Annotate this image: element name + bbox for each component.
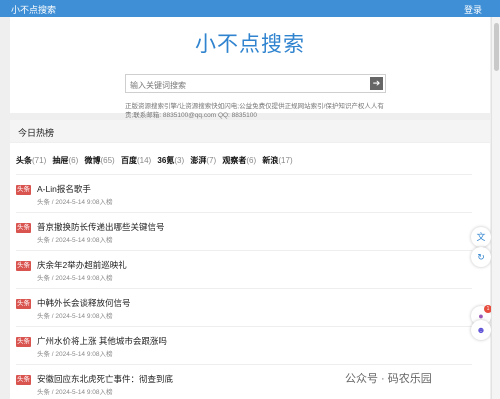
refresh-button[interactable]: ↻: [471, 247, 491, 267]
item-title[interactable]: 普京撤换防长传递出哪些关键信号: [37, 221, 165, 233]
tab-guancha[interactable]: 观察者(6): [222, 155, 256, 166]
item-title[interactable]: 广州水价将上涨 其他城市会跟涨吗: [37, 335, 167, 347]
item-meta: 头条 / 2024-5-14 9:08入榜: [37, 389, 113, 396]
list-item[interactable]: 头条 庆余年2举办超前巡映礼 头条 / 2024-5-14 9:08入榜: [16, 250, 472, 288]
chat-button[interactable]: ☻: [471, 320, 491, 340]
item-meta: 头条 / 2024-5-14 9:08入榜: [37, 237, 113, 244]
site-logo: 小不点搜索: [195, 33, 305, 56]
chat-icon: ☻: [476, 325, 486, 335]
search-input[interactable]: [126, 77, 366, 94]
source-tag: 头条: [16, 337, 31, 347]
source-tag: 头条: [16, 261, 31, 271]
search-hero: 小不点搜索 ➔ 正版资源搜索引擎/让资源搜索快如闪电;公益免费仅提供正规网站索引…: [10, 17, 490, 119]
tab-toutiao[interactable]: 头条(71): [16, 155, 46, 166]
login-link[interactable]: 登录: [464, 3, 482, 16]
scrollbar[interactable]: [491, 17, 500, 399]
item-meta: 头条 / 2024-5-14 9:08入榜: [37, 199, 113, 206]
section-header: 今日热榜: [10, 120, 490, 142]
item-meta: 头条 / 2024-5-14 9:08入榜: [37, 275, 113, 282]
brand-link[interactable]: 小不点搜索: [11, 3, 56, 16]
item-meta: 头条 / 2024-5-14 9:08入榜: [37, 351, 113, 358]
item-meta: 头条 / 2024-5-14 9:08入榜: [37, 313, 113, 320]
tab-baidu[interactable]: 百度(14): [121, 155, 151, 166]
translate-icon: 文: [476, 232, 486, 242]
tab-pengpai[interactable]: 澎湃(7): [190, 155, 216, 166]
arrow-right-icon: ➔: [372, 78, 381, 88]
section-title: 今日热榜: [18, 128, 55, 138]
source-tag: 头条: [16, 223, 31, 233]
list-item[interactable]: 头条 广州水价将上涨 其他城市会跟涨吗 头条 / 2024-5-14 9:08入…: [16, 326, 472, 364]
source-tabs: 头条(71) 抽屉(6) 微博(65) 百度(14) 36氪(3) 澎湃(7) …: [16, 155, 297, 166]
watermark: 公众号 · 码农乐园: [345, 373, 432, 385]
translate-button[interactable]: 文: [471, 227, 491, 247]
disclaimer-text: 正版资源搜索引擎/让资源搜索快如闪电;公益免费仅提供正规网站索引/保护知识产权人…: [125, 103, 384, 119]
item-title[interactable]: 安徽回应东北虎死亡事件：彻查到底: [37, 373, 173, 385]
refresh-icon: ↻: [477, 252, 485, 262]
source-tag: 头条: [16, 299, 31, 309]
source-tag: 头条: [16, 375, 31, 385]
source-tag: 头条: [16, 185, 31, 195]
tab-weibo[interactable]: 微博(65): [84, 155, 114, 166]
list-item[interactable]: 头条 中韩外长会谈释放何信号 头条 / 2024-5-14 9:08入榜: [16, 288, 472, 326]
item-title[interactable]: A-Lin报名歌手: [37, 183, 91, 195]
tab-36kr[interactable]: 36氪(3): [157, 155, 184, 166]
hot-list-panel: 头条(71) 抽屉(6) 微博(65) 百度(14) 36氪(3) 澎湃(7) …: [10, 143, 490, 399]
item-title[interactable]: 庆余年2举办超前巡映礼: [37, 259, 127, 271]
tab-sina[interactable]: 新浪(17): [262, 155, 292, 166]
scrollbar-thumb[interactable]: [494, 23, 499, 71]
search-box: ➔: [125, 74, 386, 94]
tab-chouti[interactable]: 抽屉(6): [52, 155, 78, 166]
list-item[interactable]: 头条 普京撤换防长传递出哪些关键信号 头条 / 2024-5-14 9:08入榜: [16, 212, 472, 250]
list-item[interactable]: 头条 A-Lin报名歌手 头条 / 2024-5-14 9:08入榜: [16, 174, 472, 212]
search-submit-button[interactable]: ➔: [370, 77, 383, 90]
item-title[interactable]: 中韩外长会谈释放何信号: [37, 297, 131, 309]
top-navbar: 小不点搜索 登录: [0, 0, 500, 17]
